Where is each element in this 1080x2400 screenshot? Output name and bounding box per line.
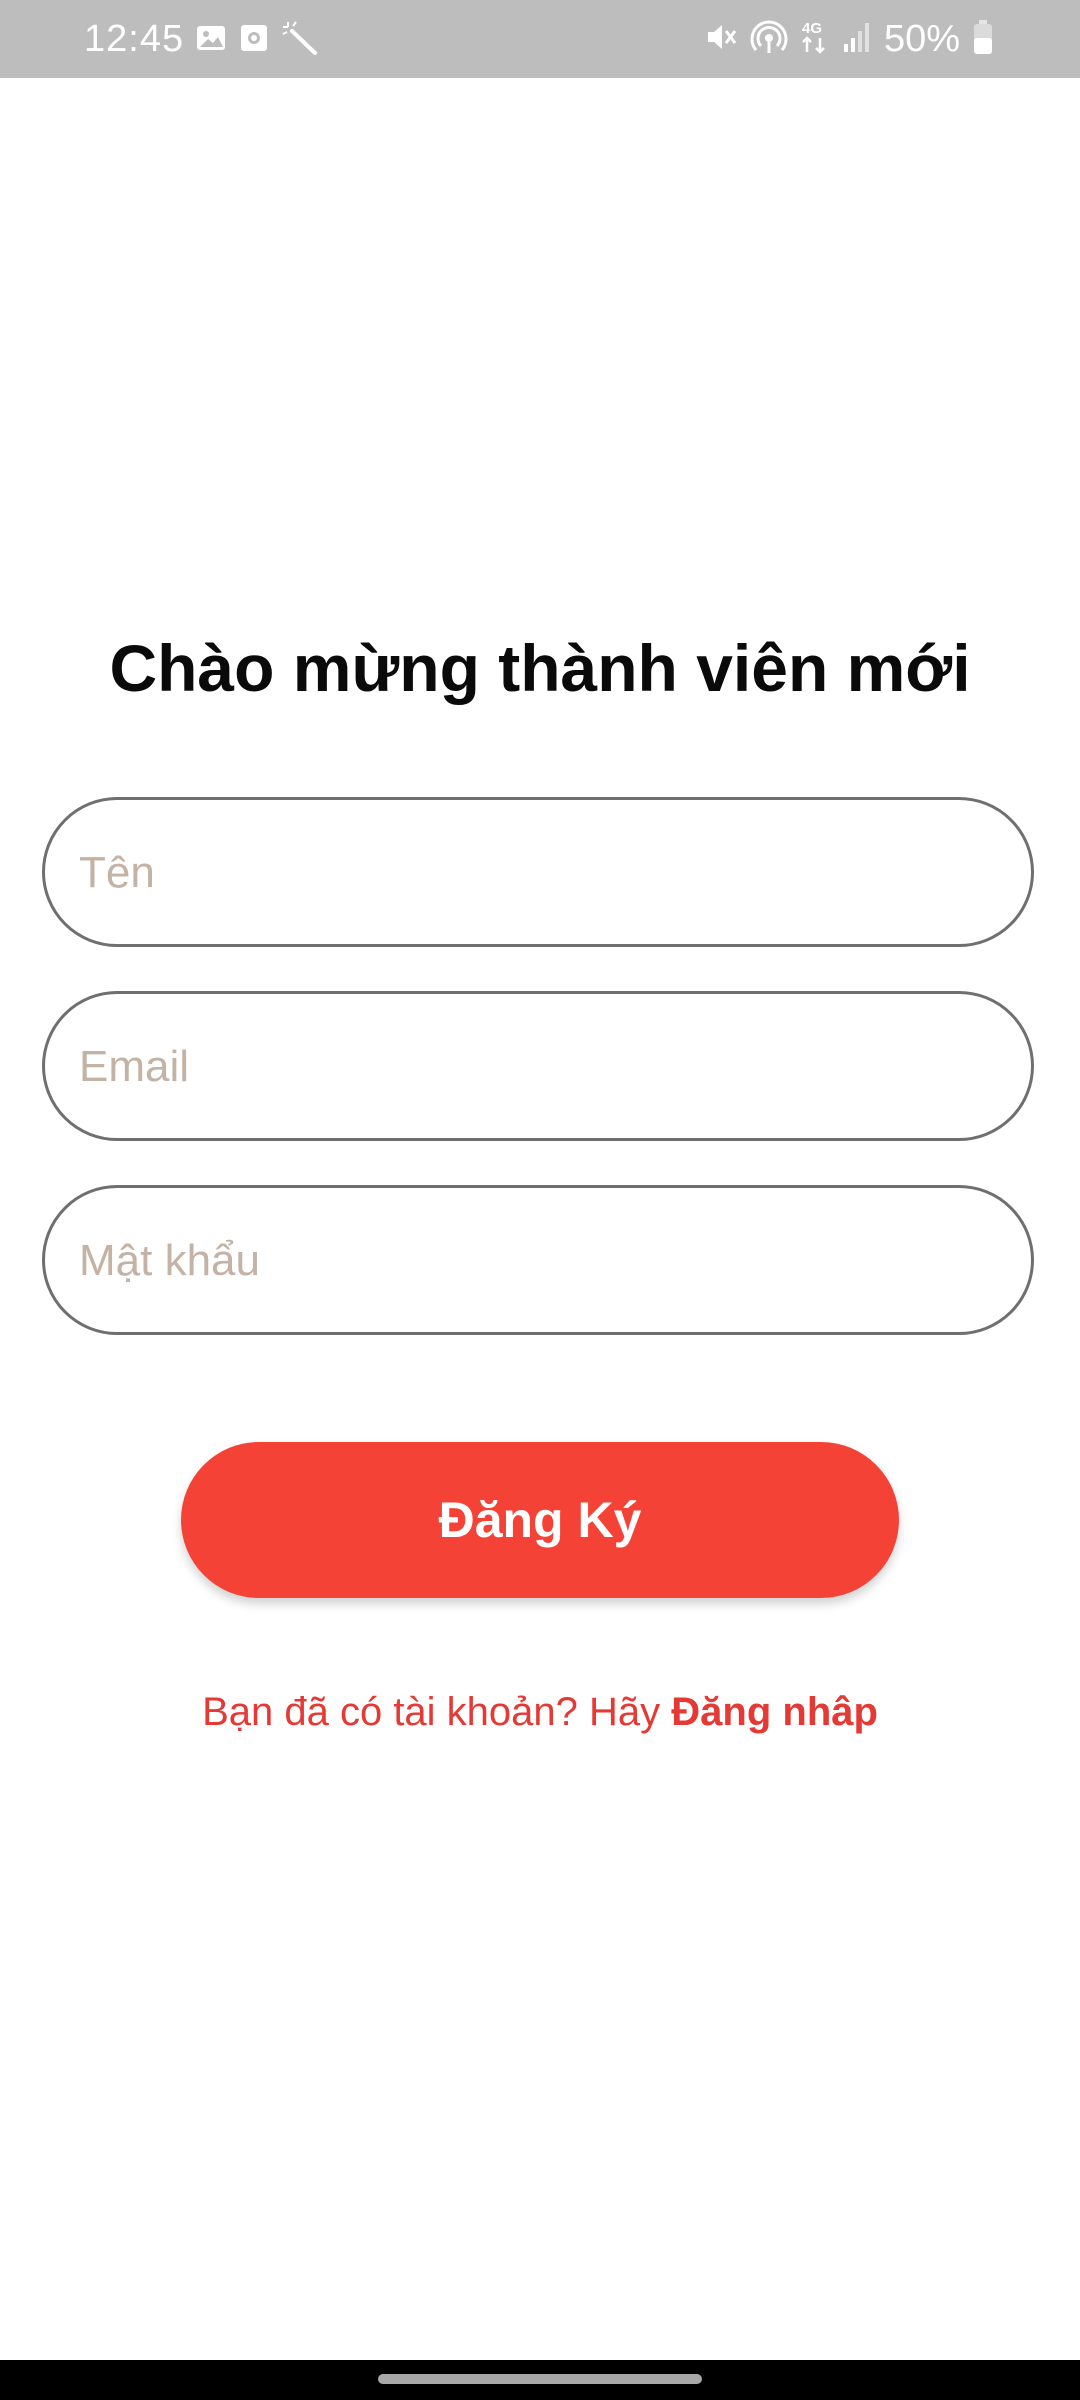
- magic-wand-icon: [282, 20, 318, 60]
- mute-icon: [704, 20, 738, 59]
- 4g-data-icon: 4G: [800, 18, 830, 61]
- battery-percent: 50%: [883, 18, 960, 60]
- login-prompt-text: Bạn đã có tài khoản? Hãy: [202, 1690, 672, 1734]
- status-right-icons: 4G 50%: [704, 16, 994, 62]
- status-time: 12:45: [84, 18, 185, 60]
- home-gesture-handle[interactable]: [378, 2374, 702, 2384]
- status-bar: 12:45 4G 50%: [0, 0, 1080, 78]
- status-left-icons: [196, 20, 318, 60]
- name-input[interactable]: [77, 800, 1001, 946]
- register-button[interactable]: Đăng Ký: [181, 1442, 899, 1598]
- page-title: Chào mừng thành viên mới: [109, 631, 971, 705]
- image-icon: [196, 23, 226, 58]
- navigation-bar: [0, 2360, 1080, 2400]
- signup-screen: 12:45 4G 50% Chào mừng thành viên mới Tê…: [0, 0, 1080, 2400]
- battery-icon: [972, 19, 994, 60]
- email-input[interactable]: [77, 994, 1001, 1140]
- name-field[interactable]: [42, 797, 1034, 947]
- password-input[interactable]: [77, 1188, 1001, 1334]
- password-field[interactable]: [42, 1185, 1034, 1335]
- login-prompt: Bạn đã có tài khoản? Hãy Đăng nhâp: [0, 1686, 1080, 1738]
- screen-record-icon: [240, 23, 268, 58]
- hotspot-icon: [750, 19, 788, 60]
- login-link[interactable]: Đăng nhâp: [671, 1690, 878, 1734]
- signal-icon: [842, 20, 872, 59]
- svg-text:4G: 4G: [802, 20, 822, 37]
- email-field[interactable]: [42, 991, 1034, 1141]
